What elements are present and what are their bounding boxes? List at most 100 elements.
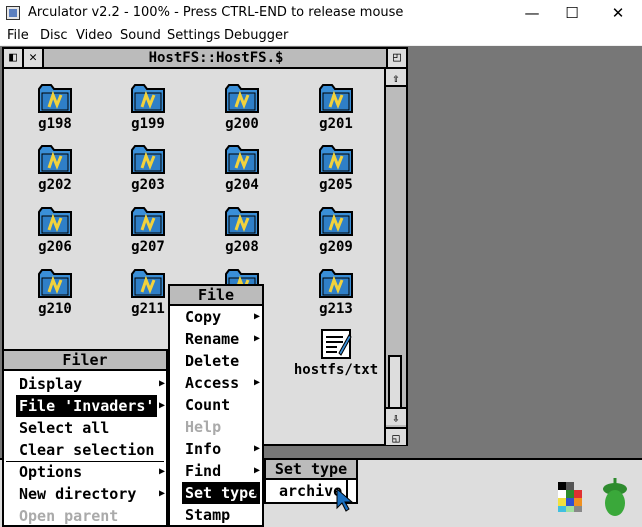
close-icon[interactable]: ✕: [24, 49, 44, 67]
directory-icon-item[interactable]: g206: [10, 206, 100, 264]
icon-label: g210: [38, 301, 72, 317]
directory-icon-item[interactable]: g199: [103, 83, 193, 141]
scroll-thumb[interactable]: [388, 355, 402, 409]
scroll-down-icon[interactable]: ⇩: [386, 407, 406, 425]
menu-item-find[interactable]: Find: [182, 460, 224, 482]
folder-icon: [319, 207, 353, 236]
menu-item-open-parent[interactable]: Open parent: [16, 505, 121, 527]
directory-icon-item[interactable]: g201: [291, 83, 381, 141]
icon-label: g207: [131, 239, 165, 255]
minimize-button[interactable]: —: [510, 0, 554, 26]
folder-icon: [131, 207, 165, 236]
menu-item-access[interactable]: Access: [182, 372, 242, 394]
submenu-arrow-icon: ▶: [158, 400, 166, 411]
icon-label: hostfs/txt: [293, 362, 379, 378]
file-menu: File Copy ▶ Rename ▶ Delete Access ▶ Cou…: [168, 284, 264, 527]
folder-icon: [131, 145, 165, 174]
directory-icon-item[interactable]: g200: [197, 83, 287, 141]
icon-label: g202: [38, 177, 72, 193]
menu-item-delete[interactable]: Delete: [182, 350, 242, 372]
back-icon[interactable]: ◧: [4, 49, 24, 67]
scroll-up-icon[interactable]: ⇧: [386, 69, 406, 87]
folder-icon: [38, 269, 72, 298]
submenu-arrow-icon: ▶: [253, 487, 261, 498]
directory-icon-item[interactable]: g209: [291, 206, 381, 264]
filer-menu: Filer Display ▶ File 'Invaders' ▶ Select…: [2, 349, 168, 527]
directory-icon-item[interactable]: g203: [103, 144, 193, 202]
menu-item-new-directory[interactable]: New directory: [16, 483, 139, 505]
icon-label: g206: [38, 239, 72, 255]
submenu-arrow-icon: ▶: [158, 378, 166, 389]
settype-menu-title: Set type: [266, 460, 356, 480]
toggle-size-icon[interactable]: ◰: [386, 49, 406, 67]
folder-icon: [131, 84, 165, 113]
icon-label: g200: [225, 116, 259, 132]
folder-icon: [131, 269, 165, 298]
icon-label: g199: [131, 116, 165, 132]
mouse-pointer-icon: [336, 488, 354, 512]
emulator-screen[interactable]: ◧ ✕ HostFS::HostFS.$ ◰ g198 g199 g200 g201g…: [0, 46, 642, 527]
icon-label: g213: [319, 301, 353, 317]
submenu-arrow-icon: ▶: [158, 466, 166, 477]
icon-label: g198: [38, 116, 72, 132]
submenu-arrow-icon: ▶: [253, 377, 261, 388]
host-titlebar: Arculator v2.2 - 100% - Press CTRL-END t…: [0, 0, 642, 26]
icon-label: g205: [319, 177, 353, 193]
menu-file[interactable]: File: [7, 28, 29, 43]
app-icon: [6, 6, 20, 20]
folder-icon: [319, 84, 353, 113]
directory-icon-item[interactable]: g213: [291, 268, 381, 326]
icon-label: g203: [131, 177, 165, 193]
submenu-arrow-icon: ▶: [158, 488, 166, 499]
partial-row: [4, 69, 386, 75]
file-icon-item[interactable]: hostfs/txt: [291, 329, 381, 387]
menu-item-set-type[interactable]: Set type: [182, 482, 261, 504]
menu-item-help[interactable]: Help: [182, 416, 224, 438]
directory-icon-item[interactable]: g207: [103, 206, 193, 264]
acorn-icon[interactable]: [600, 476, 630, 518]
resize-icon[interactable]: ◱: [386, 427, 406, 445]
filer-title: HostFS::HostFS.$: [148, 50, 284, 66]
icon-label: g209: [319, 239, 353, 255]
folder-icon: [225, 207, 259, 236]
directory-icon-item[interactable]: g204: [197, 144, 287, 202]
folder-icon: [38, 84, 72, 113]
folder-icon: [225, 84, 259, 113]
icon-label: g208: [225, 239, 259, 255]
menu-disc[interactable]: Disc: [40, 28, 68, 43]
icon-label: g201: [319, 116, 353, 132]
menu-item-file[interactable]: File 'Invaders': [16, 395, 158, 417]
menu-item-options[interactable]: Options: [16, 461, 85, 483]
menu-item-rename[interactable]: Rename: [182, 328, 242, 350]
menu-item-count[interactable]: Count: [182, 394, 233, 416]
text-file-icon: [321, 329, 352, 359]
menu-settings[interactable]: Settings: [167, 28, 220, 43]
folder-icon: [319, 145, 353, 174]
submenu-arrow-icon: ▶: [253, 465, 261, 476]
menu-debugger[interactable]: Debugger: [224, 28, 288, 43]
host-menubar: File Disc Video Sound Settings Debugger: [0, 26, 642, 46]
folder-icon: [225, 145, 259, 174]
directory-icon-item[interactable]: g208: [197, 206, 287, 264]
directory-icon-item[interactable]: g198: [10, 83, 100, 141]
directory-icon-item[interactable]: g205: [291, 144, 381, 202]
menu-item-copy[interactable]: Copy: [182, 306, 224, 328]
submenu-arrow-icon: ▶: [253, 311, 261, 322]
palette-icon[interactable]: [556, 478, 590, 514]
submenu-arrow-icon: ▶: [253, 333, 261, 344]
directory-icon-item[interactable]: g210: [10, 268, 100, 326]
filer-titlebar[interactable]: ◧ ✕ HostFS::HostFS.$ ◰: [4, 49, 406, 69]
maximize-button[interactable]: ☐: [550, 0, 594, 26]
menu-item-clear-selection[interactable]: Clear selection: [16, 439, 157, 461]
close-button[interactable]: ✕: [596, 0, 640, 26]
menu-sound[interactable]: Sound: [120, 28, 161, 43]
menu-item-stamp[interactable]: Stamp: [182, 504, 233, 526]
menu-item-info[interactable]: Info: [182, 438, 224, 460]
vertical-scrollbar[interactable]: ⇧ ⇩ ◱: [384, 69, 406, 445]
directory-icon-item[interactable]: g202: [10, 144, 100, 202]
submenu-arrow-icon: ▶: [253, 443, 261, 454]
file-menu-title: File: [170, 286, 262, 306]
menu-item-display[interactable]: Display: [16, 373, 85, 395]
menu-item-select-all[interactable]: Select all: [16, 417, 112, 439]
menu-video[interactable]: Video: [76, 28, 112, 43]
